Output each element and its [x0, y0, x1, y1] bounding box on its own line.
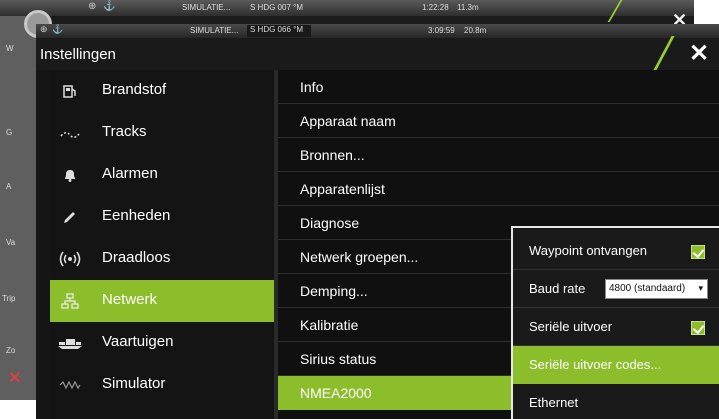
list-item-label: Info — [300, 79, 324, 95]
sidebar-item-alarmen[interactable]: Alarmen — [50, 154, 274, 196]
seriele-uitvoer-codes-row[interactable]: Seriële uitvoer codes... — [513, 346, 719, 384]
list-item-label: Bronnen... — [300, 147, 365, 163]
sidebar-item-label: Eenheden — [102, 207, 171, 224]
wireless-icon — [56, 247, 84, 271]
time-readout: 1:22:28 — [422, 3, 449, 12]
simulating-label: SIMULATIE... — [182, 3, 231, 12]
seriele-uitvoer-checkbox[interactable] — [691, 321, 705, 335]
sidebar-item-netwerk[interactable]: Netwerk — [50, 280, 274, 322]
vessels-icon — [56, 331, 84, 355]
nmea-options-popup: Waypoint ontvangen Baud rate 4800 (stand… — [511, 226, 719, 419]
anchor-icon: ⚓ — [52, 24, 64, 34]
chevron-down-icon: ▾ — [698, 283, 703, 293]
seriele-uitvoer-codes-label: Seriële uitvoer codes... — [529, 357, 662, 372]
list-item-label: NMEA2000 — [300, 385, 372, 401]
bell-icon — [56, 163, 84, 187]
sidebar-item-label: Brandstof — [102, 81, 167, 98]
pencil-icon — [56, 205, 84, 229]
seriele-uitvoer-label: Seriële uitvoer — [529, 319, 613, 334]
waypoint-ontvangen-checkbox[interactable] — [691, 245, 705, 259]
list-item-label: Netwerk groepen... — [300, 249, 419, 265]
fuel-icon — [56, 79, 84, 103]
list-item-label: Apparatenlijst — [300, 181, 385, 197]
simulating-label: SIMULATIE... — [190, 26, 239, 35]
background-label: Va — [6, 238, 16, 247]
close-button[interactable]: ✕ — [684, 40, 714, 68]
heading-readout: S HDG 066 °M — [247, 25, 311, 37]
background-label: Trip — [2, 294, 16, 303]
sidebar-item-eenheden[interactable]: Eenheden — [50, 196, 274, 238]
list-item-apparatenlijst[interactable]: Apparatenlijst — [278, 172, 719, 206]
list-item-bronnen[interactable]: Bronnen... — [278, 138, 719, 172]
simulator-icon — [56, 373, 84, 397]
waypoint-ontvangen-row[interactable]: Waypoint ontvangen — [513, 232, 719, 270]
list-item-label: Kalibratie — [300, 317, 359, 333]
tracks-icon — [56, 121, 84, 145]
sidebar-item-label: Simulator — [102, 375, 166, 392]
page-title: Instellingen — [40, 46, 116, 63]
heading-readout: S HDG 007 °M — [250, 3, 303, 12]
list-item-apparaat-naam[interactable]: Apparaat naam — [278, 104, 719, 138]
sidebar-item-tracks[interactable]: Tracks — [50, 112, 274, 154]
sidebar-item-brandstof[interactable]: Brandstof — [50, 70, 274, 112]
background-label: W — [6, 44, 14, 53]
sidebar-item-label: Vaartuigen — [102, 333, 174, 350]
ethernet-label: Ethernet — [529, 395, 579, 410]
waypoint-ontvangen-label: Waypoint ontvangen — [529, 243, 648, 258]
gps-icon: ⊕ — [88, 1, 97, 12]
background-label: G — [6, 128, 13, 137]
sidebar-item-label: Draadloos — [102, 249, 171, 266]
background-label: Zo — [6, 346, 16, 355]
seriele-uitvoer-row[interactable]: Seriële uitvoer — [513, 308, 719, 346]
background-status-bar: ⊕ ⚓ SIMULATIE... S HDG 007 °M 1:22:28 11… — [0, 0, 694, 16]
sidebar-item-label: Tracks — [102, 123, 147, 140]
background-label: A — [6, 182, 12, 191]
sidebar-item-label: Alarmen — [102, 165, 158, 182]
anchor-icon: ⚓ — [103, 1, 116, 12]
list-item-label: Apparaat naam — [300, 113, 396, 129]
network-icon — [56, 289, 84, 313]
list-item-label: Demping... — [300, 283, 368, 299]
list-item-info[interactable]: Info — [278, 70, 719, 104]
baud-rate-row: Baud rate 4800 (standaard) ▾ — [513, 270, 719, 308]
close-x-icon: ✕ — [8, 370, 22, 387]
sidebar-item-draadloos[interactable]: Draadloos — [50, 238, 274, 280]
time-readout: 3:09:59 — [428, 26, 455, 35]
distance-readout: 11.3m — [457, 3, 479, 12]
baud-rate-label: Baud rate — [529, 281, 586, 296]
sidebar-item-simulator[interactable]: Simulator — [50, 364, 274, 406]
settings-category-list: Brandstof Tracks Alarmen Eenheden Draadl… — [50, 70, 274, 419]
ethernet-row[interactable]: Ethernet — [513, 384, 719, 419]
distance-readout: 20.8m — [464, 26, 487, 35]
baud-rate-value: 4800 (standaard) — [609, 283, 686, 294]
gps-icon: ⊕ — [40, 24, 48, 34]
baud-rate-select[interactable]: 4800 (standaard) ▾ — [605, 279, 708, 299]
list-item-label: Diagnose — [300, 215, 360, 231]
title-bar: Instellingen ✕ — [36, 36, 719, 72]
status-bar: ⊕ ⚓ SIMULATIE... S HDG 066 °M 3:09:59 20… — [36, 24, 719, 38]
accent-slash — [652, 36, 675, 72]
list-item-label: Sirius status — [300, 351, 377, 367]
sidebar-item-label: Netwerk — [102, 291, 158, 308]
sidebar-item-vaartuigen[interactable]: Vaartuigen — [50, 322, 274, 364]
